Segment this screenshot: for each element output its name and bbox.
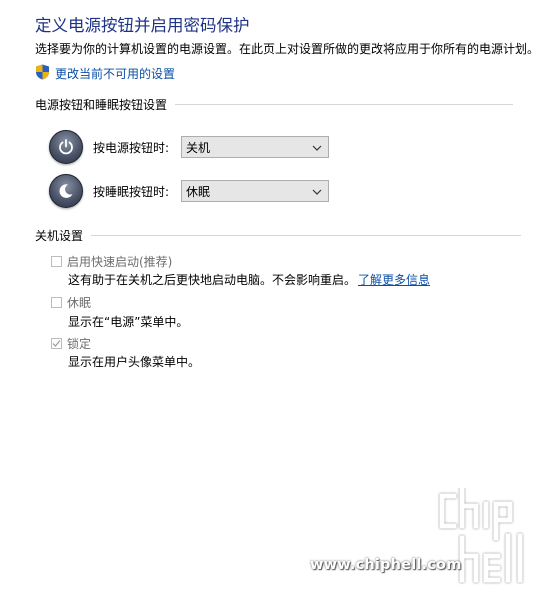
lock-label: 锁定 (67, 337, 92, 351)
sleep-button-row: 按睡眠按钮时: 休眠 (49, 174, 329, 208)
power-button-row: 按电源按钮时: 关机 (49, 130, 329, 164)
hibernate-checkbox[interactable]: 休眠 (51, 294, 91, 311)
power-button-label: 按电源按钮时: (93, 140, 170, 155)
section-title: 电源按钮和睡眠按钮设置 (35, 98, 168, 112)
checkmark-icon (52, 340, 61, 347)
power-icon (49, 130, 83, 164)
checkbox-box[interactable] (51, 297, 62, 308)
power-button-action-value: 关机 (186, 140, 211, 155)
shutdown-section-header: 关机设置 (35, 227, 522, 244)
change-unavailable-settings-label: 更改当前不可用的设置 (55, 67, 176, 81)
uac-shield-icon (35, 64, 50, 83)
section-divider (91, 235, 522, 236)
chiphell-logo (436, 485, 528, 591)
watermark-url: www.chiphell.com (310, 557, 462, 573)
change-unavailable-settings-link[interactable]: 更改当前不可用的设置 (35, 64, 175, 83)
power-buttons-section-header: 电源按钮和睡眠按钮设置 (35, 96, 514, 113)
lock-hint: 显示在用户头像菜单中。 (68, 355, 201, 369)
page-title: 定义电源按钮并启用密码保护 (35, 16, 250, 35)
checkbox-box[interactable] (51, 256, 62, 267)
chevron-down-icon (312, 140, 322, 154)
page-description: 选择要为你的计算机设置的电源设置。在此页上对设置所做的更改将应用于你所有的电源计… (35, 42, 537, 56)
chevron-down-icon (312, 184, 322, 198)
moon-icon (49, 174, 83, 208)
lock-checkbox[interactable]: 锁定 (51, 335, 91, 352)
section-divider (175, 104, 514, 105)
learn-more-link[interactable]: 了解更多信息 (358, 273, 430, 287)
sleep-button-action-select[interactable]: 休眠 (181, 180, 329, 202)
fast-startup-checkbox[interactable]: 启用快速启动(推荐) (51, 253, 172, 270)
fast-startup-hint-text: 这有助于在关机之后更快地启动电脑。不会影响重启。 (68, 273, 357, 287)
power-button-action-select[interactable]: 关机 (181, 136, 329, 158)
hibernate-label: 休眠 (67, 296, 92, 310)
hibernate-hint: 显示在“电源”菜单中。 (68, 315, 189, 329)
sleep-button-label: 按睡眠按钮时: (93, 184, 170, 199)
section-title: 关机设置 (35, 229, 84, 243)
sleep-button-action-value: 休眠 (186, 184, 211, 199)
fast-startup-label: 启用快速启动(推荐) (67, 255, 173, 269)
checkbox-box[interactable] (51, 338, 62, 349)
fast-startup-hint: 这有助于在关机之后更快地启动电脑。不会影响重启。 了解更多信息 (68, 271, 430, 288)
